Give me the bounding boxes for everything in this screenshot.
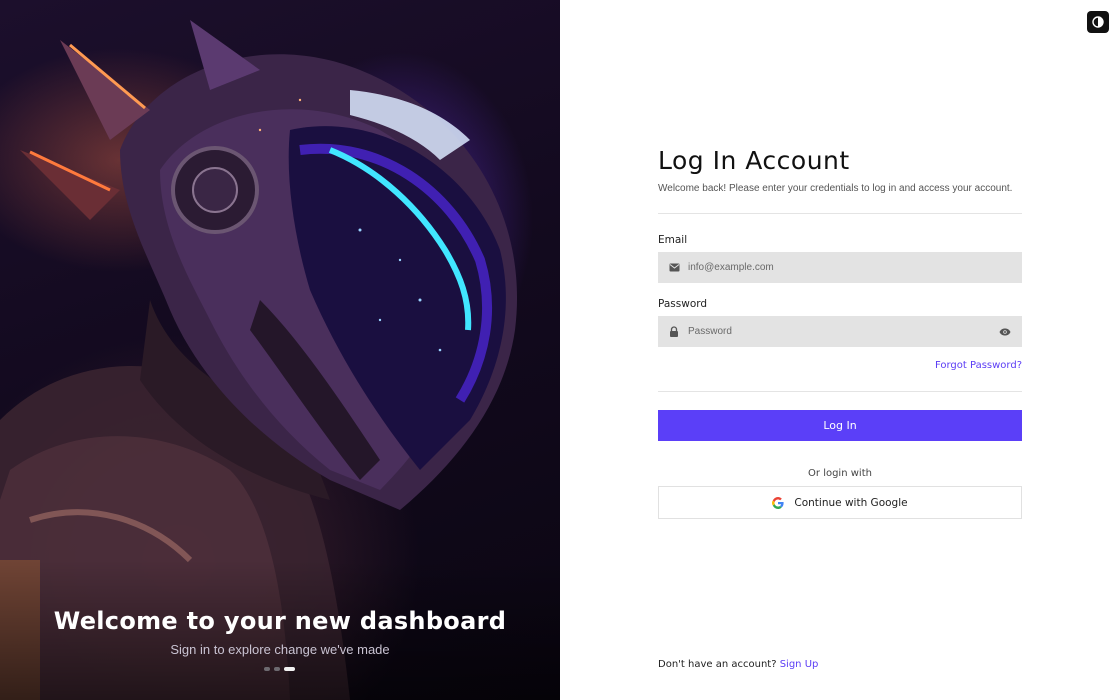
signup-link[interactable]: Sign Up [780, 659, 819, 670]
lock-icon [668, 326, 680, 338]
forgot-password-link[interactable]: Forgot Password? [935, 360, 1022, 371]
carousel-dot[interactable] [264, 667, 270, 671]
divider [658, 213, 1022, 214]
email-label: Email [658, 234, 688, 246]
hero-subtitle: Sign in to explore change we've made [170, 642, 390, 657]
mail-icon [668, 262, 680, 274]
email-input[interactable] [688, 262, 1012, 273]
hero-panel: Welcome to your new dashboard Sign in to… [0, 0, 560, 700]
password-field [658, 316, 1022, 347]
page-title: Log In Account [658, 146, 850, 175]
password-label: Password [658, 298, 708, 310]
contrast-icon [1092, 16, 1104, 28]
login-page: Welcome to your new dashboard Sign in to… [0, 0, 1120, 700]
password-input[interactable] [688, 326, 998, 337]
show-password-icon[interactable] [998, 326, 1012, 338]
signup-prompt: Don't have an account? Sign Up [658, 659, 818, 670]
carousel-indicators [264, 667, 295, 671]
carousel-dot[interactable] [274, 667, 280, 671]
login-button[interactable]: Log In [658, 410, 1022, 441]
hero-image [0, 20, 560, 700]
page-subtitle: Welcome back! Please enter your credenti… [658, 183, 1013, 194]
theme-toggle-button[interactable] [1087, 11, 1109, 33]
google-icon [772, 496, 784, 509]
login-form: Log In Account Welcome back! Please ente… [658, 146, 1022, 519]
or-login-with-label: Or login with [808, 468, 872, 479]
signup-prompt-text: Don't have an account? [658, 659, 777, 670]
google-button-label: Continue with Google [794, 496, 908, 509]
divider [658, 391, 1022, 392]
login-panel: Log In Account Welcome back! Please ente… [560, 0, 1120, 700]
email-field [658, 252, 1022, 283]
google-login-button[interactable]: Continue with Google [658, 486, 1022, 519]
carousel-dot-active[interactable] [284, 667, 295, 671]
hero-title: Welcome to your new dashboard [53, 607, 507, 635]
